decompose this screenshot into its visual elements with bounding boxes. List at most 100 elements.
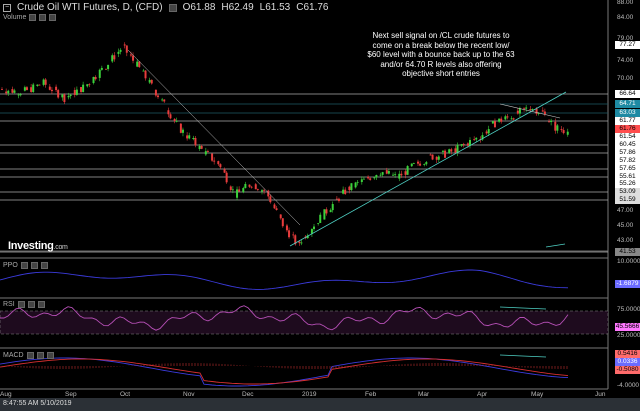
- time-axis-label: Aug: [0, 391, 12, 398]
- candle: [535, 108, 538, 114]
- candle: [181, 129, 184, 133]
- candle: [57, 90, 60, 98]
- candle: [504, 116, 507, 120]
- candle: [88, 84, 91, 86]
- rsi-label[interactable]: RSI: [3, 301, 15, 308]
- candle: [206, 151, 209, 153]
- candle: [379, 174, 382, 176]
- close-icon[interactable]: [49, 14, 57, 21]
- price-tick-label: 84.00: [617, 14, 634, 21]
- candle: [17, 94, 20, 96]
- volume-label[interactable]: Volume: [3, 14, 26, 21]
- candle: [75, 89, 78, 95]
- candle: [429, 154, 432, 156]
- candle: [273, 204, 276, 209]
- candle: [285, 225, 288, 231]
- candle: [217, 161, 220, 165]
- candle: [460, 144, 463, 146]
- settings-icon[interactable]: [168, 3, 177, 12]
- candle: [117, 51, 120, 54]
- candle: [425, 162, 428, 165]
- candle: [211, 153, 214, 161]
- macd-value-box: 0.0336: [615, 358, 640, 366]
- candle: [100, 67, 103, 70]
- price-level-box: 53.09: [615, 188, 640, 196]
- ohlc-close: C61.76: [296, 2, 329, 13]
- candle: [173, 118, 176, 121]
- close-icon[interactable]: [37, 301, 45, 308]
- candle: [32, 84, 35, 93]
- candle: [410, 163, 413, 167]
- candle: [148, 79, 151, 83]
- price-tick-label: 88.00: [617, 0, 634, 6]
- settings-icon[interactable]: [20, 262, 28, 269]
- macd-label[interactable]: MACD: [3, 352, 24, 359]
- symbol-title[interactable]: Crude Oil WTI Futures, D, (CFD): [17, 2, 163, 13]
- candle: [456, 144, 459, 153]
- time-axis-label: Nov: [183, 391, 195, 398]
- candle: [417, 161, 419, 164]
- settings-icon[interactable]: [39, 14, 47, 21]
- candle: [242, 188, 245, 193]
- macd-legend: MACD: [3, 352, 54, 359]
- candle: [161, 99, 164, 101]
- collapse-icon[interactable]: −: [3, 3, 11, 12]
- candle: [398, 173, 401, 179]
- candle: [487, 129, 490, 134]
- time-axis-label: 2019: [302, 391, 317, 398]
- divergence-line: [499, 306, 547, 310]
- close-icon[interactable]: [46, 352, 54, 359]
- settings-icon[interactable]: [27, 301, 35, 308]
- divergence-line: [499, 354, 547, 358]
- candle: [154, 89, 157, 96]
- candle: [323, 209, 326, 220]
- ppo-label[interactable]: PPO: [3, 262, 18, 269]
- candle: [437, 156, 440, 160]
- settings-icon[interactable]: [26, 352, 34, 359]
- candle: [19, 94, 22, 96]
- price-chart[interactable]: [0, 0, 640, 411]
- candle: [44, 79, 47, 85]
- candle: [498, 118, 501, 122]
- candle: [231, 189, 234, 191]
- candle: [548, 121, 551, 123]
- candle: [63, 94, 66, 103]
- candle: [123, 44, 126, 46]
- price-level-box: 61.76: [615, 125, 640, 133]
- settings-icon[interactable]: [29, 14, 37, 21]
- candle: [229, 186, 232, 190]
- candle: [412, 163, 415, 164]
- candle: [485, 131, 488, 134]
- chart-header: − Crude Oil WTI Futures, D, (CFD) O61.88…: [3, 2, 328, 13]
- candle: [541, 110, 544, 112]
- candle: [188, 135, 191, 139]
- candle: [55, 86, 58, 91]
- candle: [360, 179, 363, 182]
- candle: [473, 139, 476, 140]
- candle: [329, 210, 332, 213]
- candle: [493, 121, 496, 128]
- candle: [82, 84, 85, 93]
- price-level-box: 57.65: [615, 165, 640, 173]
- price-tick-label: 74.00: [617, 57, 634, 64]
- ppo-value-box: -1.6879: [615, 280, 640, 288]
- macd-value-box: 0.5416: [615, 350, 640, 358]
- candle: [105, 68, 107, 70]
- rsi-band: [0, 310, 609, 335]
- candle: [157, 95, 159, 98]
- candle: [375, 175, 378, 178]
- candle: [381, 172, 384, 175]
- candle: [385, 170, 388, 174]
- settings-icon[interactable]: [30, 262, 38, 269]
- candle: [142, 70, 145, 72]
- settings-icon[interactable]: [17, 301, 25, 308]
- price-tick-label: 47.00: [617, 207, 634, 214]
- candle: [281, 218, 284, 227]
- settings-icon[interactable]: [36, 352, 44, 359]
- close-icon[interactable]: [40, 262, 48, 269]
- candle: [150, 79, 153, 84]
- candle: [136, 61, 139, 67]
- candle: [300, 242, 303, 244]
- price-level-box: 66.64: [615, 90, 640, 98]
- candle: [186, 135, 189, 139]
